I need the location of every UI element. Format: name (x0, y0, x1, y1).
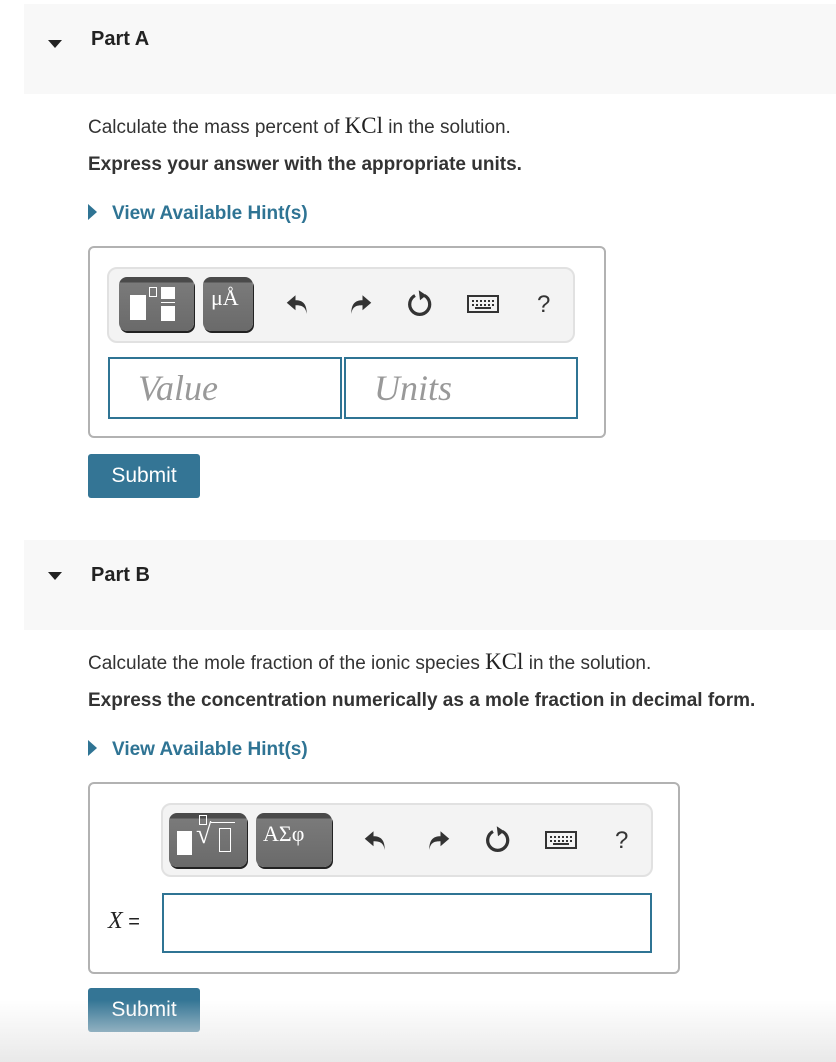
part-a-header[interactable]: Part A (24, 4, 836, 94)
templates-button[interactable]: √ (169, 813, 247, 867)
numerator-box-icon (161, 287, 175, 299)
part-a-title: Part A (91, 28, 150, 50)
part-a-submit-button[interactable]: Submit (88, 454, 200, 498)
equals-sign: = (128, 911, 140, 933)
reset-icon[interactable] (405, 289, 435, 319)
mole-fraction-input[interactable] (162, 893, 652, 953)
symbols-button[interactable]: μÅ (203, 277, 253, 331)
formula-kcl: KCl (344, 113, 383, 138)
part-b-question: Calculate the mole fraction of the ionic… (88, 649, 651, 675)
reset-icon[interactable] (483, 825, 513, 855)
question-text: Calculate the mole fraction of the ionic… (88, 653, 486, 674)
keyboard-icon[interactable] (467, 293, 499, 315)
hint-label: View Available Hint(s) (112, 203, 308, 224)
template-box-icon (130, 295, 146, 320)
superscript-box-icon (149, 287, 157, 297)
collapse-caret-icon[interactable] (48, 572, 62, 580)
redo-icon[interactable] (345, 289, 375, 319)
value-input[interactable]: Value (108, 357, 342, 419)
part-a-instruction: Express your answer with the appropriate… (88, 154, 522, 175)
symbols-label: ΑΣφ (263, 821, 305, 846)
part-a-hint-link[interactable]: View Available Hint(s) (88, 203, 308, 225)
part-a-toolbar: μÅ ? (107, 267, 575, 343)
expand-triangle-icon (88, 740, 97, 756)
units-input[interactable]: Units (344, 357, 578, 419)
keyboard-icon[interactable] (545, 829, 577, 851)
hint-label: View Available Hint(s) (112, 739, 308, 760)
part-b-instruction: Express the concentration numerically as… (88, 690, 756, 711)
symbols-label: μÅ (211, 285, 239, 310)
value-placeholder: Value (138, 368, 218, 408)
part-b-header[interactable]: Part B (24, 540, 836, 630)
templates-button[interactable] (119, 277, 194, 331)
part-b-submit-button[interactable]: Submit (88, 988, 200, 1032)
fraction-bar-icon (161, 302, 175, 303)
part-a-answer-box: μÅ ? Value Units (88, 246, 606, 438)
redo-icon[interactable] (423, 825, 453, 855)
help-icon[interactable]: ? (537, 291, 550, 319)
part-b-toolbar: √ ΑΣφ ? (161, 803, 653, 877)
help-icon[interactable]: ? (615, 827, 628, 855)
part-b-hint-link[interactable]: View Available Hint(s) (88, 739, 308, 761)
question-text: in the solution. (523, 653, 652, 674)
root-index-box-icon (199, 815, 207, 825)
question-text: in the solution. (382, 117, 511, 138)
part-b-title: Part B (91, 564, 150, 586)
collapse-caret-icon[interactable] (48, 40, 62, 48)
part-b-answer-box: √ ΑΣφ ? X = (88, 782, 680, 974)
root-bar-icon (211, 822, 235, 823)
greek-symbols-button[interactable]: ΑΣφ (256, 813, 332, 867)
undo-icon[interactable] (283, 289, 313, 319)
expand-triangle-icon (88, 204, 97, 220)
undo-icon[interactable] (361, 825, 391, 855)
mole-fraction-label: X = (108, 908, 140, 935)
denominator-box-icon (161, 306, 175, 321)
question-text: Calculate the mass percent of (88, 117, 345, 138)
part-a-question: Calculate the mass percent of KCl in the… (88, 113, 511, 139)
formula-kcl: KCl (485, 649, 524, 674)
template-box-icon (177, 831, 192, 855)
units-placeholder: Units (374, 368, 453, 408)
variable-x: X (108, 908, 123, 934)
radicand-box-icon (219, 828, 231, 852)
